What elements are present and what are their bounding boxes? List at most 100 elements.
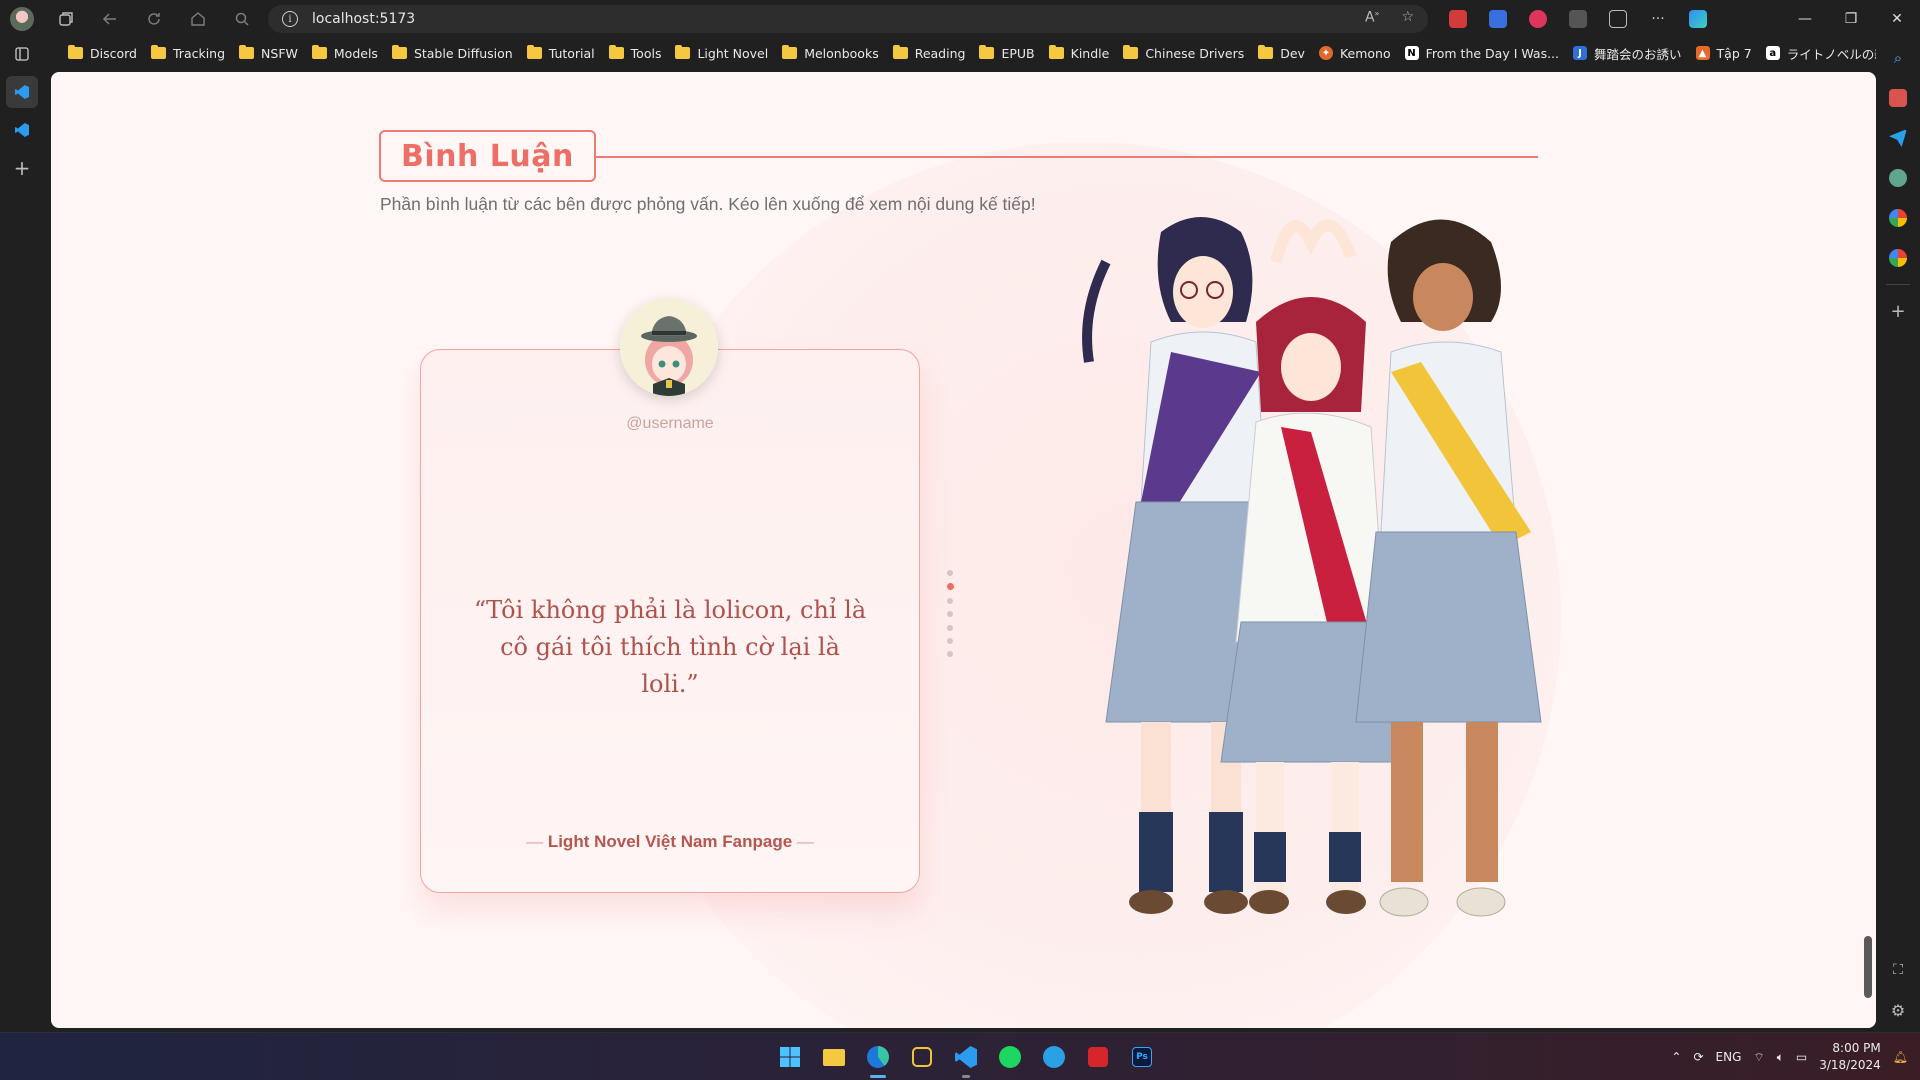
- sidebar-settings-icon[interactable]: ⚙: [1876, 990, 1920, 1030]
- carousel-dot[interactable]: [947, 597, 953, 604]
- sidebar-send-icon[interactable]: [1876, 118, 1920, 158]
- copilot-icon[interactable]: [1680, 0, 1716, 38]
- app-yellow-icon[interactable]: [902, 1033, 942, 1080]
- bookmark-item[interactable]: ✦ Kemono: [1313, 40, 1399, 66]
- restore-icon[interactable]: ❐: [1828, 0, 1874, 38]
- bookmark-item[interactable]: Kindle: [1043, 40, 1118, 66]
- tab-actions-icon[interactable]: [6, 38, 38, 70]
- photoshop-icon[interactable]: Ps: [1122, 1033, 1162, 1080]
- search-icon[interactable]: [220, 0, 264, 38]
- tray-sync-icon[interactable]: ⟳: [1693, 1050, 1703, 1064]
- wifi-icon[interactable]: ⌔: [1753, 1050, 1764, 1065]
- site-info-icon[interactable]: i: [282, 11, 298, 27]
- bookmark-item[interactable]: Reading: [887, 40, 974, 66]
- folder-icon: [782, 45, 798, 59]
- sidebar-search-icon[interactable]: ⌕: [1876, 38, 1920, 78]
- start-icon[interactable]: [770, 1033, 810, 1080]
- bookmark-item[interactable]: ▲ Tập 7: [1690, 40, 1760, 66]
- bookmark-item[interactable]: Chinese Drivers: [1117, 40, 1252, 66]
- minimize-icon[interactable]: —: [1782, 0, 1828, 38]
- bookmark-item[interactable]: Stable Diffusion: [386, 40, 521, 66]
- notification-bell-icon[interactable]: 🔔︎: [1893, 1050, 1908, 1064]
- folder-icon: [526, 45, 542, 59]
- commenter-username: @username: [626, 415, 714, 432]
- red-circle-extension-icon[interactable]: [1520, 0, 1556, 38]
- bookmark-item[interactable]: Models: [306, 40, 386, 66]
- carousel-dot[interactable]: [947, 624, 953, 631]
- carousel-dot[interactable]: [947, 637, 953, 644]
- home-icon[interactable]: [176, 0, 220, 38]
- bookmark-label: 舞踏会のお誘い: [1594, 46, 1682, 62]
- battery-icon[interactable]: ▭: [1796, 1050, 1807, 1064]
- page-viewport[interactable]: Bình Luận Phần bình luận từ các bên được…: [51, 72, 1876, 1028]
- bookmark-label: Dev: [1280, 45, 1305, 61]
- sidebar-tools-icon[interactable]: [1876, 78, 1920, 118]
- tab-vscode[interactable]: [6, 114, 38, 146]
- vscode-icon: [15, 123, 29, 137]
- sidebar-google-icon-2[interactable]: [1876, 238, 1920, 278]
- bookmark-label: Kindle: [1070, 45, 1110, 61]
- clock-date: 3/18/2024: [1819, 1058, 1881, 1072]
- workspaces-icon[interactable]: [44, 0, 88, 38]
- close-icon[interactable]: ✕: [1874, 0, 1920, 38]
- split-screen-icon[interactable]: [1600, 0, 1636, 38]
- carousel-dot[interactable]: [947, 570, 953, 576]
- bookmark-item[interactable]: Melonbooks: [776, 40, 887, 66]
- folder-icon: [979, 45, 995, 59]
- acrobat-icon[interactable]: [1078, 1033, 1118, 1080]
- bookmark-item[interactable]: Tracking: [145, 40, 233, 66]
- bookmark-label: NSFW: [261, 45, 298, 61]
- address-bar[interactable]: i localhost:5173 A» ☆: [268, 5, 1428, 33]
- folder-icon: [608, 45, 624, 59]
- sidebar-add-icon[interactable]: +: [1876, 291, 1920, 331]
- mail-extension-icon[interactable]: [1440, 0, 1476, 38]
- favorite-star-icon[interactable]: ☆: [1401, 9, 1414, 26]
- bookmark-label: Discord: [90, 45, 137, 61]
- carousel-dot-active[interactable]: [946, 583, 954, 591]
- folder-icon: [1123, 45, 1139, 59]
- sidebar-chatgpt-icon[interactable]: [1876, 158, 1920, 198]
- profile-avatar: [10, 7, 34, 31]
- file-explorer-icon[interactable]: [814, 1033, 854, 1080]
- bookmark-label: Reading: [914, 45, 966, 61]
- address-url[interactable]: localhost:5173: [312, 11, 415, 27]
- bookmark-item[interactable]: EPUB: [973, 40, 1042, 66]
- sidebar-google-icon[interactable]: [1876, 198, 1920, 238]
- spotify-icon[interactable]: [990, 1033, 1030, 1080]
- folder-icon: [311, 45, 327, 59]
- back-icon[interactable]: [88, 0, 132, 38]
- bookmark-label: EPUB: [1001, 45, 1035, 61]
- carousel-dot[interactable]: [947, 611, 953, 618]
- profile-button[interactable]: [0, 0, 44, 38]
- new-tab-icon[interactable]: +: [6, 152, 38, 184]
- section-subtitle: Phần bình luận từ các bên được phỏng vấn…: [380, 194, 1036, 214]
- bookmark-item[interactable]: Tutorial: [521, 40, 603, 66]
- bookmark-item[interactable]: Dev: [1252, 40, 1313, 66]
- edge-sidebar: ⌕ + ⛶ ⚙: [1876, 38, 1920, 1032]
- read-aloud-icon[interactable]: A»: [1365, 9, 1379, 26]
- volume-icon[interactable]: 🔈︎: [1777, 1050, 1784, 1065]
- bookmark-item[interactable]: Discord: [62, 40, 145, 66]
- bookmark-item[interactable]: Light Novel: [669, 40, 776, 66]
- sync-extension-icon[interactable]: [1480, 0, 1516, 38]
- tab-vscode-active[interactable]: [6, 76, 38, 108]
- vscode-taskbar-icon[interactable]: [946, 1033, 986, 1080]
- bookmark-item[interactable]: N From the Day I Was...: [1399, 40, 1567, 66]
- browser-titlebar: i localhost:5173 A» ☆ ··· — ❐ ✕: [0, 0, 1920, 38]
- tray-overflow-chevron-icon[interactable]: ⌃: [1671, 1050, 1681, 1064]
- folder-icon: [151, 45, 166, 59]
- vscode-icon: [15, 85, 29, 99]
- clock[interactable]: 8:00 PM 3/18/2024: [1819, 1040, 1881, 1074]
- page-scrollbar[interactable]: [1864, 936, 1872, 998]
- edge-icon[interactable]: [858, 1033, 898, 1080]
- sidebar-screenshot-icon[interactable]: ⛶: [1876, 950, 1920, 990]
- bookmark-item[interactable]: J 舞踏会のお誘い: [1567, 40, 1690, 66]
- telegram-icon[interactable]: [1034, 1033, 1074, 1080]
- bookmark-item[interactable]: NSFW: [233, 40, 306, 66]
- bookmark-item[interactable]: Tools: [603, 40, 670, 66]
- carousel-dot[interactable]: [947, 651, 953, 658]
- more-menu-icon[interactable]: ···: [1640, 0, 1676, 38]
- puzzle-extensions-icon[interactable]: [1560, 0, 1596, 38]
- refresh-icon[interactable]: [132, 0, 176, 38]
- language-indicator[interactable]: ENG: [1716, 1050, 1742, 1064]
